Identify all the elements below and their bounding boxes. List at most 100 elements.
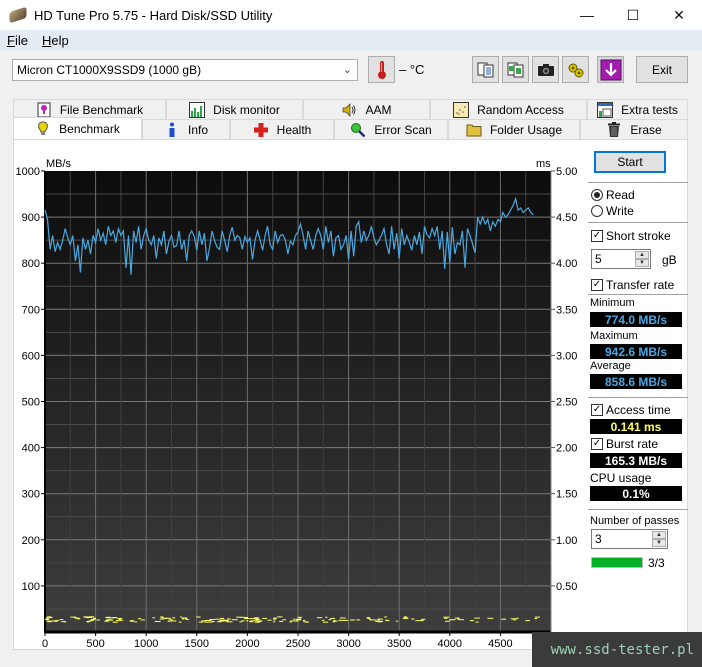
save-button[interactable] bbox=[597, 56, 624, 83]
spin-down-icon[interactable]: ▼ bbox=[652, 539, 666, 547]
access-time-label: Access time bbox=[606, 403, 671, 417]
minimize-button[interactable]: — bbox=[564, 0, 610, 30]
tab-random-access[interactable]: Random Access bbox=[430, 99, 587, 119]
access-time-point bbox=[93, 617, 96, 619]
access-time-point bbox=[217, 621, 222, 623]
copy-screen-button[interactable] bbox=[502, 56, 529, 83]
tab-folder-usage[interactable]: Folder Usage bbox=[448, 119, 580, 139]
exit-button[interactable]: Exit bbox=[636, 56, 688, 83]
y-tick-label-left: 100 bbox=[22, 581, 40, 593]
tab-error-scan[interactable]: Error Scan bbox=[334, 119, 448, 139]
tab-info[interactable]: Info bbox=[142, 119, 230, 139]
y-tick-label-right: 1.00 bbox=[556, 535, 577, 547]
access-time-point bbox=[222, 620, 226, 622]
tab-file-benchmark-label: File Benchmark bbox=[59, 102, 144, 117]
access-time-point bbox=[323, 621, 329, 623]
divider bbox=[588, 509, 688, 510]
spin-up-icon[interactable]: ▲ bbox=[652, 531, 666, 539]
access-time-point bbox=[501, 618, 507, 620]
checkmark-icon: ✓ bbox=[591, 230, 603, 242]
access-time-point bbox=[54, 620, 58, 622]
access-time-checkbox[interactable]: ✓ Access time bbox=[591, 403, 671, 417]
minimum-label: Minimum bbox=[590, 297, 635, 309]
access-time-point bbox=[445, 620, 450, 622]
tab-benchmark-label: Benchmark bbox=[59, 121, 120, 136]
tab-folder-usage-label: Folder Usage bbox=[489, 122, 563, 137]
transfer-rate-checkbox[interactable]: ✓ Transfer rate bbox=[591, 278, 674, 292]
x-tick-label: 4500 bbox=[488, 638, 512, 650]
y-tick-label-right: 4.00 bbox=[556, 258, 577, 270]
copy-info-icon bbox=[477, 62, 493, 77]
tab-file-benchmark[interactable]: File Benchmark bbox=[13, 99, 166, 119]
drive-select[interactable]: Micron CT1000X9SSD9 (1000 gB) ⌄ bbox=[12, 59, 358, 81]
access-time-point bbox=[395, 620, 399, 622]
copy-info-button[interactable] bbox=[472, 56, 499, 83]
x-tick-label: 3500 bbox=[387, 638, 411, 650]
menu-help[interactable]: Help bbox=[35, 33, 76, 48]
tab-info-label: Info bbox=[187, 122, 208, 137]
window-title: HD Tune Pro 5.75 - Hard Disk/SSD Utility bbox=[34, 7, 273, 23]
access-time-point bbox=[105, 617, 111, 619]
access-time-point bbox=[469, 620, 475, 622]
access-time-point bbox=[249, 618, 255, 620]
start-button[interactable]: Start bbox=[594, 151, 666, 173]
access-time-point bbox=[154, 621, 161, 622]
tab-benchmark[interactable]: Benchmark bbox=[13, 117, 142, 139]
access-time-point bbox=[487, 617, 494, 619]
tab-aam[interactable]: AAM bbox=[303, 99, 430, 119]
tab-random-access-label: Random Access bbox=[477, 102, 564, 117]
access-time-point bbox=[152, 617, 155, 619]
access-time-point bbox=[534, 618, 538, 619]
access-time-point bbox=[83, 616, 88, 618]
random-access-icon bbox=[453, 101, 470, 118]
short-stroke-spinner[interactable]: ▲ ▼ bbox=[635, 251, 649, 267]
spin-up-icon[interactable]: ▲ bbox=[635, 251, 649, 259]
access-time-point bbox=[297, 616, 303, 618]
access-time-point bbox=[330, 617, 336, 619]
close-button[interactable]: ✕ bbox=[656, 0, 702, 30]
temperature-button[interactable] bbox=[368, 56, 395, 83]
tab-health[interactable]: Health bbox=[230, 119, 334, 139]
access-time-point bbox=[303, 621, 308, 623]
tab-disk-monitor[interactable]: Disk monitor bbox=[166, 99, 303, 119]
tab-extra-tests[interactable]: Extra tests bbox=[587, 99, 688, 119]
menu-file[interactable]: File bbox=[0, 33, 35, 48]
y-tick-label-right: 3.00 bbox=[556, 350, 577, 362]
access-time-point bbox=[403, 617, 409, 619]
tab-erase[interactable]: Erase bbox=[580, 119, 688, 139]
spin-down-icon[interactable]: ▼ bbox=[635, 259, 649, 267]
access-time-point bbox=[384, 616, 387, 618]
options-icon bbox=[568, 63, 583, 77]
divider bbox=[588, 182, 688, 183]
access-time-point bbox=[525, 620, 530, 622]
passes-spinner[interactable]: ▲ ▼ bbox=[652, 531, 666, 547]
passes-input[interactable]: 3 ▲ ▼ bbox=[591, 529, 668, 549]
short-stroke-label: Short stroke bbox=[606, 229, 671, 243]
screenshot-button[interactable] bbox=[532, 56, 559, 83]
read-radio[interactable]: Read bbox=[591, 188, 635, 202]
write-radio[interactable]: Write bbox=[591, 204, 634, 218]
options-button[interactable] bbox=[562, 56, 589, 83]
x-tick-label: 4000 bbox=[438, 638, 462, 650]
magnifier-icon bbox=[350, 122, 366, 138]
window-controls: — ☐ ✕ bbox=[564, 0, 702, 30]
passes-progress-bar bbox=[591, 557, 643, 568]
access-time-point bbox=[204, 621, 211, 623]
divider bbox=[588, 222, 688, 223]
access-time-point bbox=[76, 618, 81, 620]
maximum-value: 942.6 MB/s bbox=[590, 344, 682, 359]
short-stroke-checkbox[interactable]: ✓ Short stroke bbox=[591, 229, 671, 243]
title-bar: HD Tune Pro 5.75 - Hard Disk/SSD Utility… bbox=[0, 0, 702, 30]
access-time-point bbox=[458, 619, 464, 621]
burst-rate-checkbox[interactable]: ✓ Burst rate bbox=[591, 437, 658, 451]
access-time-point bbox=[46, 616, 52, 618]
watermark: www.ssd-tester.pl bbox=[532, 632, 702, 667]
access-time-point bbox=[273, 619, 277, 621]
short-stroke-size-input[interactable]: 5 ▲ ▼ bbox=[591, 249, 651, 269]
short-stroke-unit: gB bbox=[662, 253, 677, 267]
access-time-point bbox=[272, 621, 276, 623]
trash-icon bbox=[606, 121, 622, 138]
y-tick-label-right: 1.50 bbox=[556, 489, 577, 501]
passes-progress-text: 3/3 bbox=[648, 556, 665, 570]
maximize-button[interactable]: ☐ bbox=[610, 0, 656, 30]
